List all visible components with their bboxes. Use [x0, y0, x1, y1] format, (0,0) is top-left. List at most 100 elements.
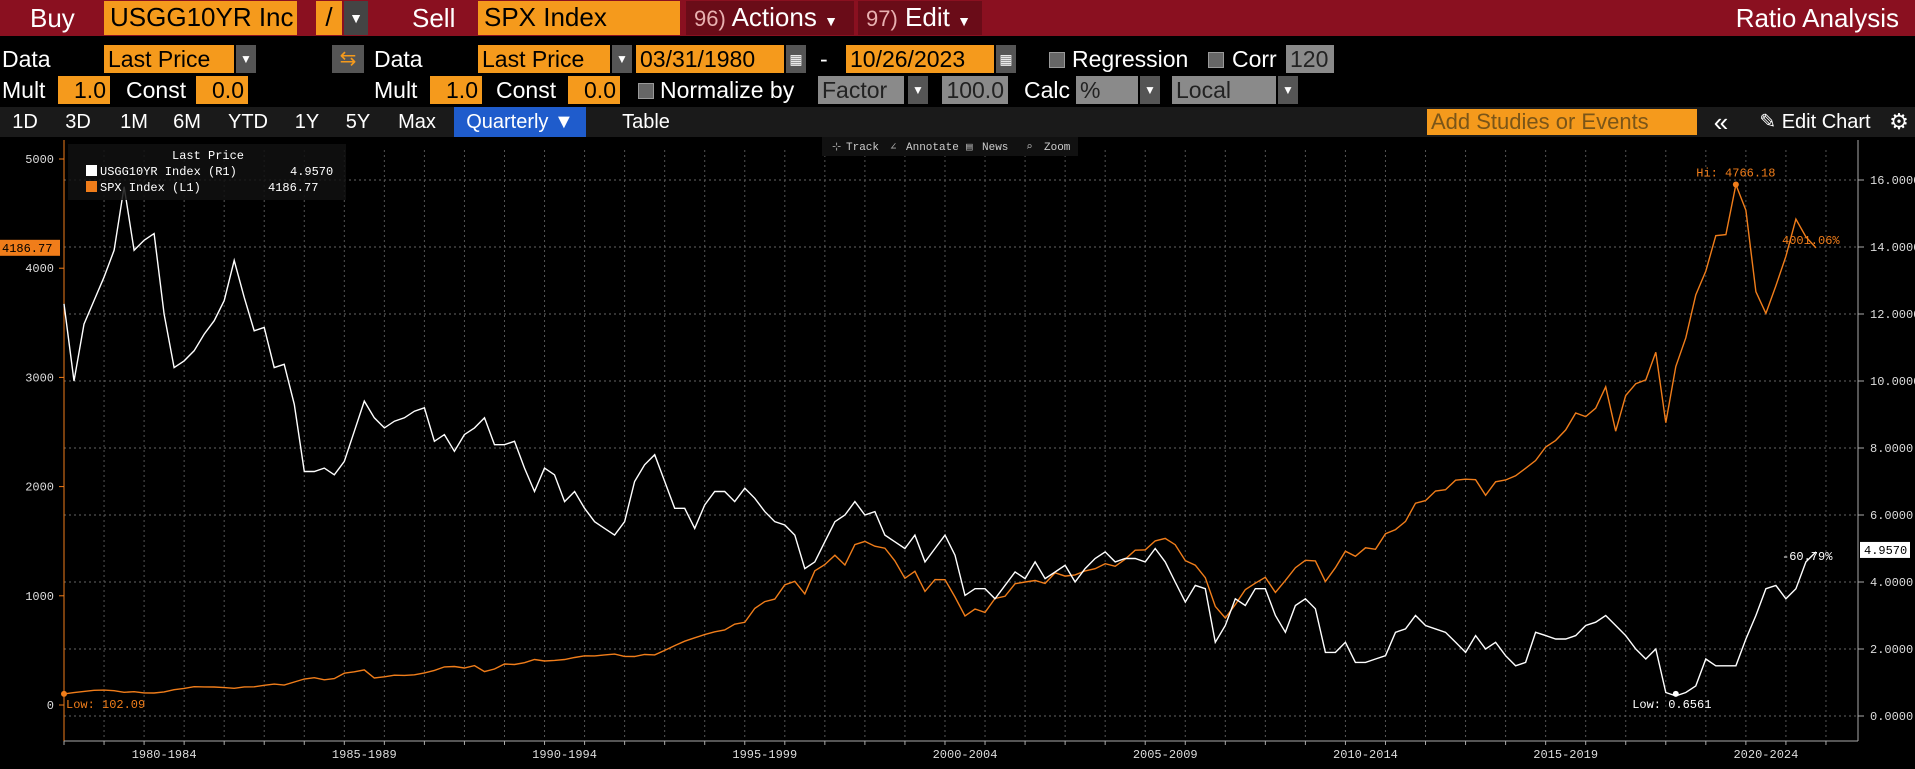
data1-select[interactable]: Last Price: [104, 45, 234, 73]
normalize-checkbox[interactable]: [638, 83, 654, 99]
legend-swatch-spx: [86, 181, 97, 192]
x-tick-label: 2020-2024: [1733, 748, 1798, 762]
corr-checkbox[interactable]: [1208, 52, 1224, 68]
left-tick-label: 2000: [25, 481, 54, 495]
mult2-label: Mult: [374, 77, 418, 103]
const1-label: Const: [126, 77, 187, 103]
chart-legend: Last Price USGG10YR Index (R1) 4.9570 SP…: [68, 144, 346, 200]
spx-axis-tag: 4186.77: [2, 242, 52, 256]
tool-news[interactable]: News: [982, 142, 1008, 154]
gear-icon[interactable]: ⚙: [1884, 107, 1914, 137]
edit-chart-button[interactable]: ✎ Edit Chart: [1740, 107, 1890, 137]
date-separator: -: [820, 46, 828, 72]
header-bar: Buy USGG10YR Inc / ▼ Sell SPX Index 96) …: [0, 0, 1915, 36]
mult1-label: Mult: [2, 77, 46, 103]
high-marker: [1732, 181, 1739, 188]
end-date-input[interactable]: 10/26/2023: [846, 45, 994, 73]
edit-chevron-icon: ▼: [957, 13, 971, 29]
mult1-input[interactable]: 1.0: [58, 76, 110, 104]
right-tick-label: 16.0000: [1870, 174, 1915, 188]
edit-number: 97): [866, 6, 898, 31]
chart-labels: Hi: 4766.18 Low: 102.09 Low: 0.6561 4001.06…: [0, 167, 1910, 712]
left-tick-label: 5000: [25, 153, 54, 167]
swap-icon[interactable]: ⇆: [332, 45, 364, 73]
annotate-icon: ∠: [890, 142, 897, 154]
collapse-icon[interactable]: «: [1706, 107, 1736, 137]
calc-label: Calc: [1024, 77, 1071, 103]
x-tick-label: 1985-1989: [332, 748, 397, 762]
data2-label: Data: [374, 46, 423, 72]
data1-label: Data: [2, 46, 51, 72]
right-tick-label: 10.0000: [1870, 375, 1915, 389]
chart-tools: ⊹ Track ∠ Annotate ▤ News ⌕ Zoom: [822, 137, 1078, 156]
const1-input[interactable]: 0.0: [196, 76, 248, 104]
left-tick-label: 1000: [25, 590, 54, 604]
local-dropdown-icon[interactable]: ▼: [1278, 76, 1298, 104]
tool-zoom[interactable]: Zoom: [1044, 142, 1071, 154]
legend-value-spx: 4186.77: [268, 181, 318, 195]
regression-label: Regression: [1072, 46, 1189, 72]
buy-ticker-input[interactable]: USGG10YR Inc: [104, 1, 297, 35]
high-label: Hi: 4766.18: [1696, 167, 1775, 181]
table-button[interactable]: Table: [600, 107, 692, 137]
right-tick-label: 2.0000: [1870, 643, 1913, 657]
add-studies-input[interactable]: Add Studies or Events: [1427, 109, 1697, 135]
spx-low-label: Low: 102.09: [66, 698, 145, 712]
x-tick-label: 1995-1999: [732, 748, 797, 762]
corr-period-input[interactable]: 120: [1286, 45, 1334, 73]
x-tick-label: 2010-2014: [1333, 748, 1398, 762]
normalize-select[interactable]: Factor: [818, 76, 904, 104]
buy-label: Buy: [30, 3, 75, 33]
ratio-chart[interactable]: 0 1000 2000 3000 4000 5000 0.0000 2.0000 4.0000 6…: [0, 137, 1915, 769]
left-tick-label: 4000: [25, 262, 54, 276]
end-calendar-icon[interactable]: ▦: [996, 45, 1016, 73]
x-tick-label: 1980-1984: [132, 748, 197, 762]
track-icon: ⊹: [832, 142, 841, 154]
x-tick-label: 1990-1994: [532, 748, 597, 762]
normalize-dropdown-icon[interactable]: ▼: [908, 76, 928, 104]
period-max[interactable]: Max: [388, 107, 446, 137]
mult2-input[interactable]: 1.0: [430, 76, 482, 104]
yield-axis-tag: 4.9570: [1864, 544, 1907, 558]
actions-label: Actions: [731, 2, 817, 32]
start-calendar-icon[interactable]: ▦: [786, 45, 806, 73]
start-date-input[interactable]: 03/31/1980: [636, 45, 784, 73]
data2-dropdown-icon[interactable]: ▼: [612, 45, 632, 73]
frequency-select[interactable]: Quarterly ▼: [454, 107, 586, 137]
data2-select[interactable]: Last Price: [478, 45, 610, 73]
corr-label: Corr: [1232, 46, 1277, 72]
yield-low-marker: [1672, 690, 1679, 697]
chart-grid: [64, 150, 1858, 739]
left-tick-label: 0: [47, 699, 54, 713]
period-1y[interactable]: 1Y: [286, 107, 328, 137]
news-icon: ▤: [966, 142, 973, 154]
sell-label: Sell: [412, 3, 456, 33]
data1-dropdown-icon[interactable]: ▼: [236, 45, 256, 73]
period-1m[interactable]: 1M: [110, 107, 158, 137]
tool-track[interactable]: Track: [846, 142, 879, 154]
factor-input[interactable]: 100.0: [942, 76, 1008, 104]
chart-axes: 0 1000 2000 3000 4000 5000 0.0000 2.0000 4.0000 6…: [25, 140, 1915, 762]
calc-dropdown-icon[interactable]: ▼: [1140, 76, 1160, 104]
const2-input[interactable]: 0.0: [568, 76, 620, 104]
operator-input[interactable]: /: [316, 1, 342, 35]
actions-number: 96): [694, 6, 726, 31]
spx-change-label: 4001.06%: [1782, 234, 1840, 248]
period-1d[interactable]: 1D: [0, 107, 50, 137]
operator-dropdown-icon[interactable]: ▼: [344, 1, 368, 35]
calc-select[interactable]: %: [1076, 76, 1138, 104]
period-5y[interactable]: 5Y: [336, 107, 380, 137]
actions-menu-button[interactable]: 96) Actions ▼: [686, 1, 854, 35]
x-tick-label: 2005-2009: [1133, 748, 1198, 762]
yield-low-label: Low: 0.6561: [1632, 698, 1711, 712]
period-3d[interactable]: 3D: [56, 107, 100, 137]
local-select[interactable]: Local: [1172, 76, 1276, 104]
regression-checkbox[interactable]: [1049, 52, 1065, 68]
edit-menu-button[interactable]: 97) Edit ▼: [858, 1, 982, 35]
sell-ticker-input[interactable]: SPX Index: [478, 1, 680, 35]
tool-annotate[interactable]: Annotate: [906, 142, 959, 154]
period-6m[interactable]: 6M: [162, 107, 212, 137]
data-row: Data Last Price ▼ ⇆ Data Last Price ▼ 03…: [0, 45, 1915, 75]
normalize-label: Normalize by: [660, 77, 795, 103]
period-ytd[interactable]: YTD: [216, 107, 280, 137]
